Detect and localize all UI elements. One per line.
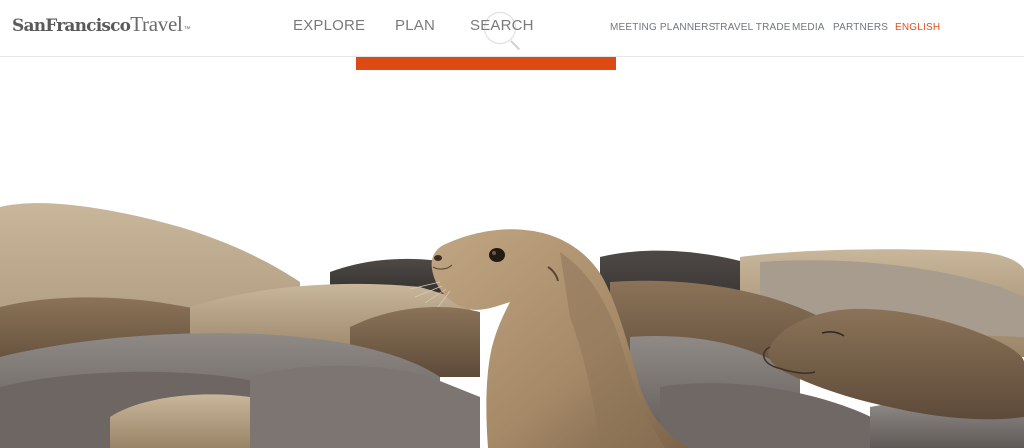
nav-explore[interactable]: EXPLORE: [293, 17, 365, 34]
logo-wordmark-bold: SanFrancisco: [12, 16, 131, 36]
site-header: SanFrancisco Travel ™ EXPLORE PLAN SEARC…: [0, 0, 1024, 57]
nav-partners[interactable]: PARTNERS: [833, 22, 888, 33]
site-logo[interactable]: SanFrancisco Travel ™: [12, 12, 191, 36]
dropdown-indicator-bar: [356, 57, 616, 70]
nav-plan[interactable]: PLAN: [395, 17, 435, 34]
language-selector[interactable]: ENGLISH: [895, 22, 940, 33]
nav-media[interactable]: MEDIA: [792, 22, 825, 33]
nav-travel-trade[interactable]: TRAVEL TRADE: [714, 22, 791, 33]
logo-wordmark-light: Travel: [130, 12, 183, 36]
nav-meeting-planners[interactable]: MEETING PLANNERS: [610, 22, 715, 33]
hero-image-sea-lions: [0, 57, 1024, 448]
logo-trademark: ™: [183, 26, 191, 33]
nav-search[interactable]: SEARCH: [470, 17, 534, 34]
